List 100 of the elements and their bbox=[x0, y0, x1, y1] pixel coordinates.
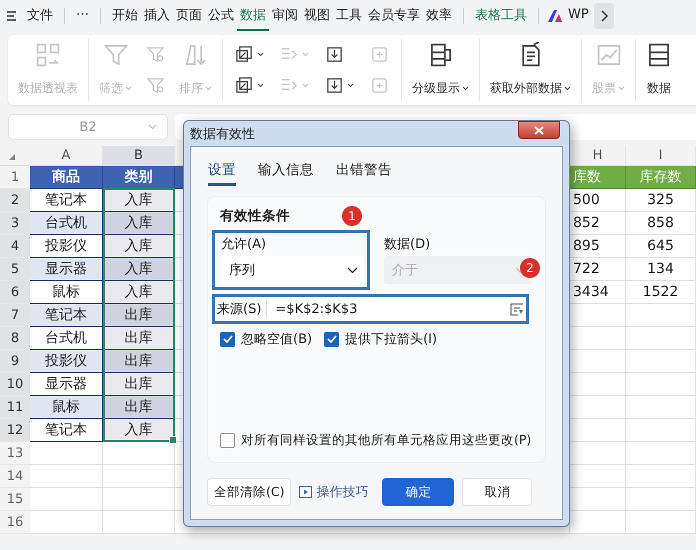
select-all-icon[interactable] bbox=[8, 153, 16, 161]
table-header-cell: 商品 bbox=[30, 166, 103, 189]
ribbon-button[interactable]: 获取外部数据 bbox=[488, 39, 573, 101]
menu-tab[interactable]: 开始 bbox=[109, 2, 141, 30]
field-label: 允许(A) bbox=[221, 236, 268, 253]
list-icon bbox=[370, 76, 389, 95]
table-cell: 134 bbox=[626, 258, 696, 281]
panel-icon bbox=[646, 42, 672, 68]
table-cell: 入库 bbox=[103, 212, 175, 235]
column-header[interactable]: H bbox=[570, 146, 626, 166]
table-cell: 入库 bbox=[103, 281, 175, 304]
menu-tab[interactable]: 文件 bbox=[24, 2, 56, 30]
table-cell: 显示器 bbox=[30, 373, 103, 396]
column-header[interactable]: A bbox=[30, 146, 103, 166]
table-cell: 笔记本 bbox=[30, 304, 103, 327]
caret-icon bbox=[564, 86, 571, 91]
chevron-right-icon bbox=[600, 10, 608, 22]
dialog-button[interactable]: 全部清除(C) bbox=[207, 478, 292, 506]
row-header[interactable]: 8 bbox=[0, 327, 30, 350]
table-cell: 笔记本 bbox=[30, 419, 103, 442]
table-cell: 645 bbox=[626, 235, 696, 258]
table-cell: 325 bbox=[626, 189, 696, 212]
row-header[interactable]: 12 bbox=[0, 419, 30, 442]
line-chart-icon bbox=[596, 42, 622, 68]
check-icon bbox=[326, 335, 337, 343]
source-field[interactable]: =$K$2:$K$3 bbox=[267, 297, 526, 321]
menu-tab[interactable]: 工具 bbox=[333, 2, 365, 30]
menu-tab[interactable]: 效率 bbox=[423, 2, 455, 30]
checkbox[interactable]: 对所有同样设置的其他所有单元格应用这些更改(P) bbox=[220, 432, 532, 449]
table-cell: 858 bbox=[626, 212, 696, 235]
ribbon-button[interactable]: 分级显示 bbox=[410, 39, 471, 101]
row-header[interactable]: 4 bbox=[0, 235, 30, 258]
step-badge: 1 bbox=[342, 206, 362, 226]
caret-icon bbox=[205, 86, 212, 91]
caret-icon bbox=[257, 83, 264, 88]
menu-tab[interactable]: 公式 bbox=[205, 2, 237, 30]
checkbox[interactable]: 忽略空值(B) bbox=[220, 330, 312, 348]
range-picker-icon[interactable] bbox=[510, 302, 524, 316]
table-header-cell: 库存数 bbox=[626, 166, 696, 189]
menu-tab[interactable]: 视图 bbox=[301, 2, 333, 30]
duplicate-icon bbox=[235, 76, 254, 95]
caret-icon bbox=[347, 83, 354, 88]
allow-dropdown[interactable]: 序列 bbox=[221, 256, 364, 284]
menu-tab[interactable]: 审阅 bbox=[269, 2, 301, 30]
ok-button[interactable]: 确定 bbox=[382, 478, 454, 506]
row-header[interactable]: 5 bbox=[0, 258, 30, 281]
section-title: 有效性条件 bbox=[220, 207, 290, 225]
row-header[interactable]: 11 bbox=[0, 396, 30, 419]
funnel-eye-icon bbox=[146, 45, 165, 64]
table-cell: 台式机 bbox=[30, 212, 103, 235]
logo-icon bbox=[547, 9, 563, 23]
tips-link[interactable]: 操作技巧 bbox=[299, 483, 368, 501]
caret-icon bbox=[257, 52, 264, 57]
table-cell: 台式机 bbox=[30, 327, 103, 350]
table-cell: 投影仪 bbox=[30, 235, 103, 258]
table-cell: 500 bbox=[570, 189, 626, 212]
table-cell: 鼠标 bbox=[30, 281, 103, 304]
row-header[interactable]: 7 bbox=[0, 304, 30, 327]
table-cell: 出库 bbox=[103, 373, 175, 396]
check-icon bbox=[222, 335, 232, 343]
menu-icon[interactable] bbox=[6, 10, 18, 22]
pivot-table-icon bbox=[35, 42, 61, 68]
dialog-button[interactable]: 取消 bbox=[462, 478, 532, 506]
menu-tab[interactable]: 会员专享 bbox=[365, 2, 423, 30]
table-cell: 投影仪 bbox=[30, 350, 103, 373]
dialog-tab[interactable]: 输入信息 bbox=[258, 159, 314, 186]
table-header-cell: 类别 bbox=[103, 166, 175, 189]
menu-tab[interactable]: 插入 bbox=[141, 2, 173, 30]
ribbon-button[interactable]: 数据 bbox=[644, 39, 674, 101]
column-header[interactable]: I bbox=[626, 146, 696, 166]
funnel-reset-icon bbox=[146, 76, 165, 95]
menu-tab[interactable]: WP bbox=[565, 3, 592, 29]
add-icon bbox=[370, 45, 389, 64]
menu-tab[interactable]: 数据 bbox=[237, 2, 269, 30]
dialog-tab[interactable]: 设置 bbox=[208, 159, 236, 186]
table-cell: 1522 bbox=[626, 281, 696, 304]
checkbox[interactable]: 提供下拉箭头(I) bbox=[324, 330, 438, 348]
funnel-icon bbox=[102, 42, 128, 68]
table-cell: 出库 bbox=[103, 304, 175, 327]
row-header[interactable]: 9 bbox=[0, 350, 30, 373]
table-cell: 722 bbox=[570, 258, 626, 281]
table-cell: 3434 bbox=[570, 281, 626, 304]
dialog-tab[interactable]: 出错警告 bbox=[336, 159, 392, 186]
caret-icon bbox=[148, 124, 157, 130]
caret-icon bbox=[302, 83, 309, 88]
close-icon bbox=[534, 126, 544, 134]
menu-tab[interactable]: 表格工具 bbox=[472, 2, 530, 30]
table-cell: 895 bbox=[570, 235, 626, 258]
field-label: 数据(D) bbox=[384, 236, 432, 253]
table-cell: 笔记本 bbox=[30, 189, 103, 212]
scroll-right-button[interactable] bbox=[594, 3, 614, 29]
caret-icon bbox=[618, 86, 625, 91]
row-header[interactable]: 3 bbox=[0, 212, 30, 235]
close-button[interactable] bbox=[518, 121, 560, 139]
row-header[interactable]: 2 bbox=[0, 189, 30, 212]
row-header[interactable]: 10 bbox=[0, 373, 30, 396]
menu-tab[interactable]: 页面 bbox=[173, 2, 205, 30]
menu-tab[interactable]: ⋯ bbox=[73, 3, 92, 29]
row-header[interactable]: 6 bbox=[0, 281, 30, 304]
column-header[interactable]: B bbox=[103, 146, 175, 166]
